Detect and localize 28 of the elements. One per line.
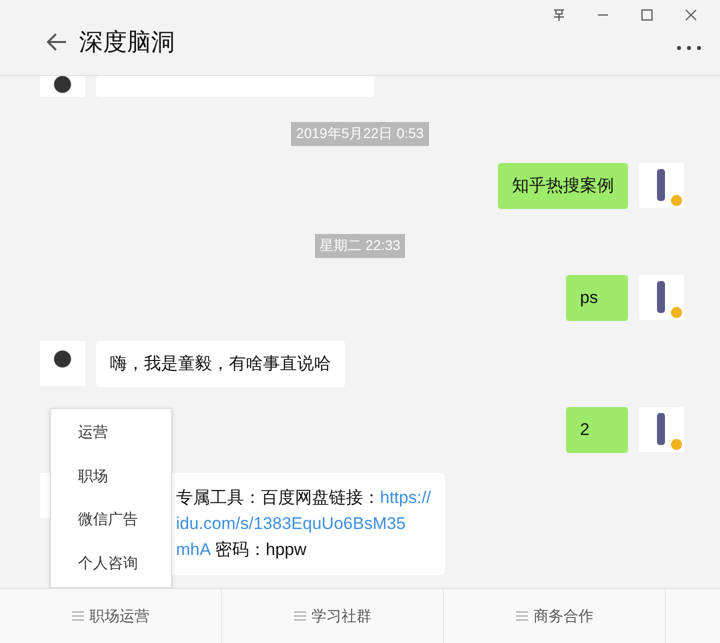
avatar-picture (639, 163, 684, 208)
avatar-logo-picture (40, 76, 85, 97)
more-icon[interactable] (676, 45, 702, 51)
timestamp: 2019年5月22日 0:53 (291, 122, 429, 146)
menu-item[interactable]: 运营 (51, 411, 171, 454)
timestamp: 星期二 22:33 (314, 234, 406, 258)
menu-icon (516, 611, 528, 621)
message-bubble: 嗨，我是童毅，有啥事直说哈 (96, 341, 345, 387)
message-bubble: ps (566, 275, 628, 321)
close-icon[interactable] (684, 8, 698, 22)
avatar-picture (639, 275, 684, 320)
menu-item[interactable]: 个人咨询 (51, 542, 171, 585)
menu-icon (294, 611, 306, 621)
pin-icon[interactable] (552, 8, 566, 22)
menu-icon (72, 611, 84, 621)
menu-item[interactable]: 微信广告 (51, 498, 171, 542)
maximize-icon[interactable] (640, 8, 654, 22)
bottom-menu-tab[interactable]: 职场运营 (0, 589, 222, 643)
chat-title: 深度脑洞 (79, 28, 175, 58)
message-text: 专属工具：百度网盘链接： (176, 488, 380, 507)
avatar-logo-picture (40, 341, 85, 386)
avatar-picture (639, 407, 684, 452)
menu-item[interactable]: 职场 (51, 454, 171, 498)
message-bubble: 2 (566, 407, 628, 453)
message-bubble: 知乎热搜案例 (498, 163, 628, 209)
bottom-menu-tab[interactable]: 商务合作 (444, 589, 666, 643)
bottom-menu-tab[interactable]: 学习社群 (222, 589, 444, 643)
message-text: 密码：hppw (214, 540, 306, 559)
